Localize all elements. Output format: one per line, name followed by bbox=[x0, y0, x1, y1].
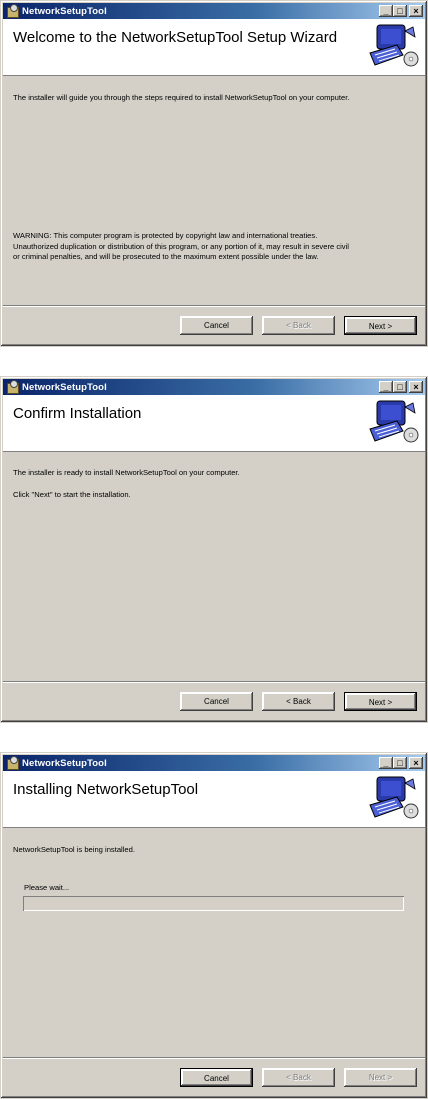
back-button[interactable]: < Back bbox=[262, 692, 335, 711]
close-button[interactable]: × bbox=[409, 381, 423, 393]
page-title: Installing NetworkSetupTool bbox=[13, 781, 199, 798]
please-wait-label: Please wait... bbox=[24, 883, 70, 892]
instruction-text: Click "Next" to start the installation. bbox=[13, 490, 131, 499]
title-bar[interactable]: NetworkSetupTool _ □ × bbox=[3, 379, 425, 395]
installer-box-icon bbox=[5, 756, 19, 770]
window-title: NetworkSetupTool bbox=[22, 381, 107, 393]
header-banner: Welcome to the NetworkSetupTool Setup Wi… bbox=[3, 19, 425, 76]
title-bar[interactable]: NetworkSetupTool _ □ × bbox=[3, 755, 425, 771]
minimize-button[interactable]: _ bbox=[379, 5, 393, 17]
footer-divider bbox=[3, 305, 425, 307]
warning-line-2: Unauthorized duplication or distribution… bbox=[13, 241, 349, 251]
computer-setup-icon bbox=[369, 24, 419, 67]
confirm-window: NetworkSetupTool _ □ × Confirm Installat… bbox=[0, 376, 428, 723]
window-title: NetworkSetupTool bbox=[22, 757, 107, 769]
warning-text: WARNING: This computer program is protec… bbox=[13, 231, 349, 263]
back-button[interactable]: < Back bbox=[262, 1068, 335, 1087]
installing-text: NetworkSetupTool is being installed. bbox=[13, 845, 135, 854]
next-button[interactable]: Next > bbox=[344, 316, 417, 335]
footer-divider bbox=[3, 1057, 425, 1059]
cancel-button[interactable]: Cancel bbox=[180, 316, 253, 335]
cancel-button[interactable]: Cancel bbox=[180, 1068, 253, 1087]
minimize-button[interactable]: _ bbox=[379, 757, 393, 769]
installing-window: NetworkSetupTool _ □ × Installing Networ… bbox=[0, 752, 428, 1099]
welcome-window: NetworkSetupTool _ □ × Welcome to the Ne… bbox=[0, 0, 428, 347]
ready-text: The installer is ready to install Networ… bbox=[13, 468, 240, 477]
next-button[interactable]: Next > bbox=[344, 1068, 417, 1087]
header-banner: Confirm Installation bbox=[3, 395, 425, 452]
header-banner: Installing NetworkSetupTool bbox=[3, 771, 425, 828]
warning-line-3: or criminal penalties, and will be prose… bbox=[13, 252, 319, 261]
minimize-button[interactable]: _ bbox=[379, 381, 393, 393]
computer-setup-icon bbox=[369, 400, 419, 443]
title-bar[interactable]: NetworkSetupTool _ □ × bbox=[3, 3, 425, 19]
warning-line-1: WARNING: This computer program is protec… bbox=[13, 231, 318, 240]
maximize-button[interactable]: □ bbox=[393, 757, 407, 769]
maximize-button[interactable]: □ bbox=[393, 381, 407, 393]
installer-box-icon bbox=[5, 380, 19, 394]
page-title: Confirm Installation bbox=[13, 405, 142, 422]
close-button[interactable]: × bbox=[409, 757, 423, 769]
installer-box-icon bbox=[5, 4, 19, 18]
progress-bar bbox=[23, 896, 404, 911]
page-title: Welcome to the NetworkSetupTool Setup Wi… bbox=[13, 29, 338, 46]
window-title: NetworkSetupTool bbox=[22, 5, 107, 17]
maximize-button[interactable]: □ bbox=[393, 5, 407, 17]
close-button[interactable]: × bbox=[409, 5, 423, 17]
intro-text: The installer will guide you through the… bbox=[13, 93, 350, 102]
back-button[interactable]: < Back bbox=[262, 316, 335, 335]
footer-divider bbox=[3, 681, 425, 683]
cancel-button[interactable]: Cancel bbox=[180, 692, 253, 711]
computer-setup-icon bbox=[369, 776, 419, 819]
next-button[interactable]: Next > bbox=[344, 692, 417, 711]
